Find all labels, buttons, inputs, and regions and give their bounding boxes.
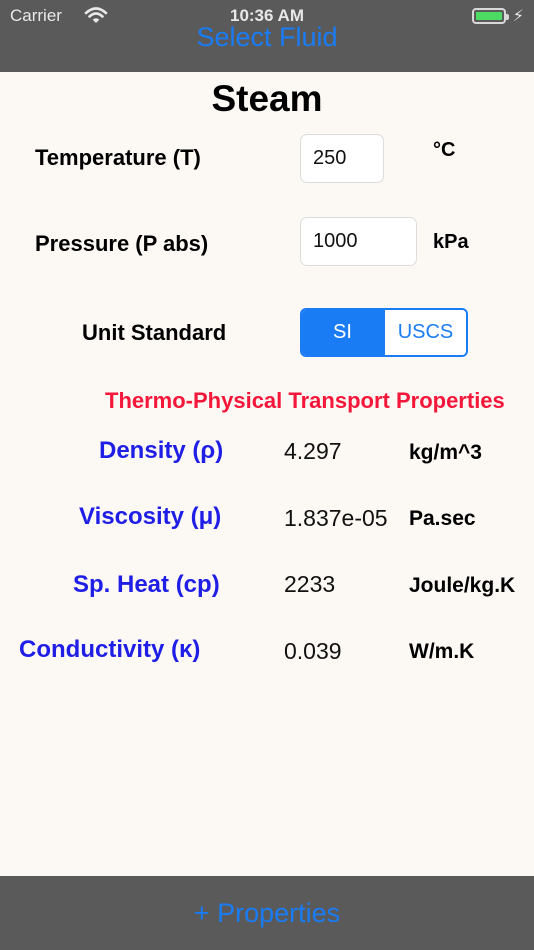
unit-standard-label: Unit Standard [82,320,227,345]
specific-heat-unit: Joule/kg.K [409,574,516,597]
segment-uscs[interactable]: USCS [383,310,466,355]
add-properties-button[interactable]: + Properties [0,898,534,929]
viscosity-unit: Pa.sec [409,507,476,530]
pressure-unit: kPa [433,231,469,253]
bottom-toolbar: + Properties [0,876,534,950]
viscosity-label: Viscosity (μ) [79,503,222,530]
conductivity-label: Conductivity (κ) [19,636,201,663]
specific-heat-value: 2233 [284,571,336,597]
select-fluid-button[interactable]: Select Fluid [0,22,534,53]
density-value: 4.297 [284,438,342,464]
pressure-input[interactable] [300,217,417,266]
viscosity-value: 1.837e-05 [284,505,388,531]
unit-standard-segmented-control: SI USCS [300,308,468,357]
segment-si[interactable]: SI [302,310,383,355]
pressure-label: Pressure (P abs) [35,231,209,256]
specific-heat-label: Sp. Heat (cp) [73,571,220,598]
top-bar: Carrier 10:36 AM ⚡ Select Fluid [0,0,534,72]
temperature-label: Temperature (T) [35,145,201,170]
temperature-unit: °C [433,139,456,161]
conductivity-value: 0.039 [284,638,342,664]
fluid-title: Steam [211,78,323,119]
density-unit: kg/m^3 [409,441,482,464]
density-label: Density (ρ) [99,437,224,464]
temperature-input[interactable] [300,134,384,183]
conductivity-unit: W/m.K [409,640,475,663]
properties-section-title: Thermo-Physical Transport Properties [105,388,505,413]
